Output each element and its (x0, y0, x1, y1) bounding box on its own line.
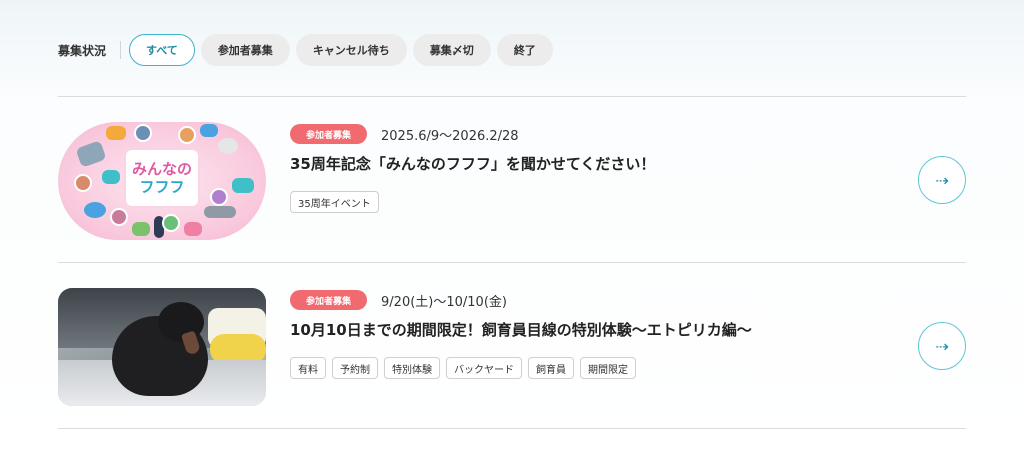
event-date: 2025.6/9〜2026.2/28 (381, 128, 519, 144)
event-thumbnail[interactable] (58, 288, 266, 406)
filter-chip-all[interactable]: すべて (129, 34, 195, 66)
speech-bubble-icon (102, 170, 120, 184)
event-tag[interactable]: 特別体験 (384, 357, 440, 379)
event-detail-button[interactable]: ⇢ (918, 156, 966, 204)
speech-bubble-icon (200, 124, 218, 137)
campaign-logo: みんなの フフフ (126, 150, 198, 206)
event-body: 参加者募集 9/20(土)〜10/10(金) 10月10日までの期間限定！飼育員… (290, 288, 890, 379)
filter-chip-recruiting[interactable]: 参加者募集 (200, 34, 290, 66)
event-list-item[interactable]: 参加者募集 9/20(土)〜10/10(金) 10月10日までの期間限定！飼育員… (58, 288, 966, 406)
filter-chip-ended[interactable]: 終了 (496, 34, 553, 66)
status-badge: 参加者募集 (290, 290, 368, 310)
filter-chip-waitlist[interactable]: キャンセル待ち (295, 34, 407, 66)
face-icon (162, 214, 180, 232)
event-tags: 有料 予約制 特別体験 バックヤード 飼育員 期間限定 (290, 357, 890, 379)
whale-shark-icon (75, 140, 107, 168)
event-tag[interactable]: 飼育員 (528, 357, 574, 379)
campaign-logo-text: みんなの (131, 160, 192, 178)
face-icon (178, 126, 196, 144)
arrow-right-icon: ⇢ (935, 170, 949, 190)
filter-chip-closed[interactable]: 募集〆切 (412, 34, 491, 66)
event-thumbnail[interactable]: みんなの フフフ (58, 122, 266, 240)
dolphin-icon (204, 206, 236, 218)
filter-label: 募集状況 (58, 43, 107, 58)
speech-bubble-icon (132, 222, 150, 236)
face-icon (210, 188, 228, 206)
event-tag[interactable]: 予約制 (332, 357, 378, 379)
list-divider (58, 262, 966, 263)
event-tag[interactable]: バックヤード (446, 357, 522, 379)
status-badge: 参加者募集 (290, 124, 368, 144)
face-icon (110, 208, 128, 226)
event-list-item[interactable]: みんなの フフフ 参加者募集 2025.6/9〜2026.2/28 35周年記念… (58, 122, 966, 240)
face-icon (74, 174, 92, 192)
campaign-logo-text: フフフ (139, 178, 185, 196)
arrow-right-icon: ⇢ (935, 336, 949, 356)
event-detail-button[interactable]: ⇢ (918, 322, 966, 370)
event-title[interactable]: 35周年記念「みんなのフフフ」を聞かせてください！ (290, 153, 890, 174)
list-divider (58, 428, 966, 429)
event-tag[interactable]: 期間限定 (580, 357, 636, 379)
face-icon (134, 124, 152, 142)
filter-separator (120, 41, 122, 59)
event-date: 9/20(土)〜10/10(金) (381, 294, 507, 310)
status-filter-bar: 募集状況 すべて 参加者募集 キャンセル待ち 募集〆切 終了 (58, 34, 559, 66)
event-title[interactable]: 10月10日までの期間限定！飼育員目線の特別体験〜エトピリカ編〜 (290, 319, 890, 340)
list-divider (58, 96, 966, 97)
event-tags: 35周年イベント (290, 191, 890, 213)
speech-bubble-icon (184, 222, 202, 236)
event-tag[interactable]: 有料 (290, 357, 326, 379)
event-tag[interactable]: 35周年イベント (290, 191, 379, 213)
speech-bubble-icon (84, 202, 106, 218)
event-body: 参加者募集 2025.6/9〜2026.2/28 35周年記念「みんなのフフフ」… (290, 122, 890, 213)
speech-bubble-icon (106, 126, 126, 140)
speech-bubble-icon (232, 178, 254, 193)
seal-icon (218, 138, 238, 154)
